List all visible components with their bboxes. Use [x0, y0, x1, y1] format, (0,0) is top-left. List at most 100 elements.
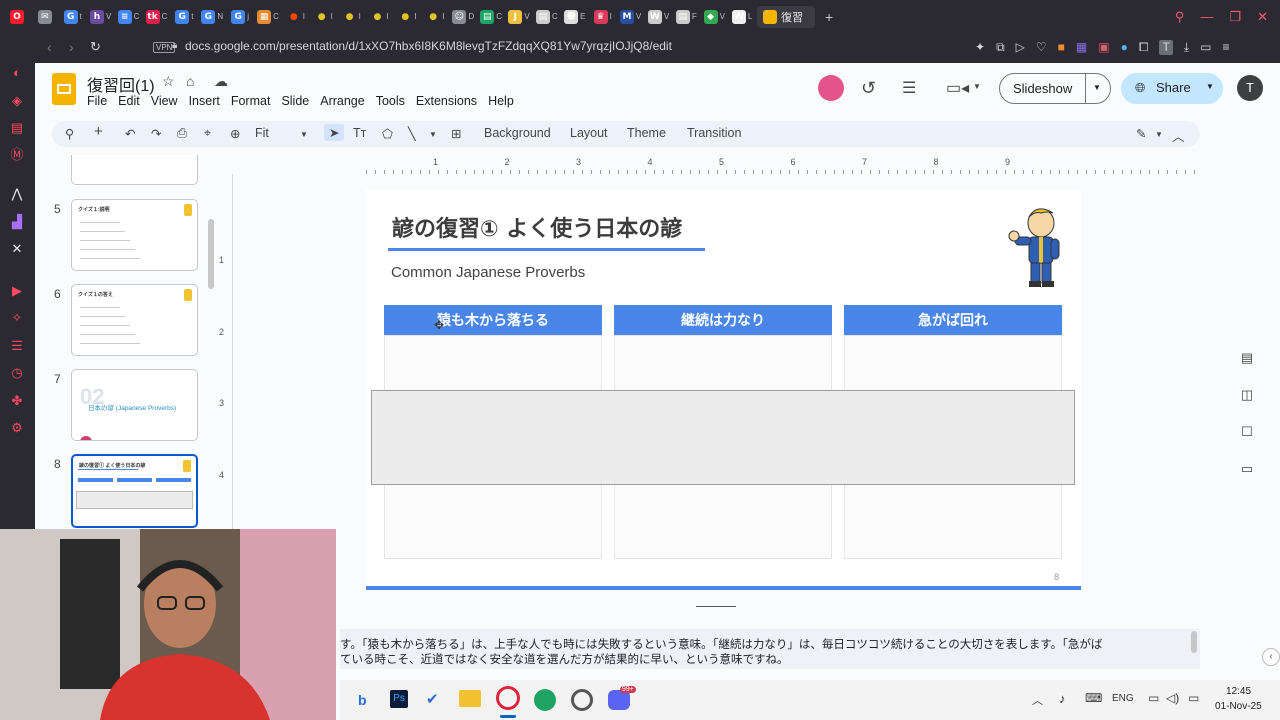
microphone-icon[interactable]: ♪ — [1059, 691, 1066, 706]
print-icon[interactable]: ⎙ — [177, 126, 187, 141]
column-header-3[interactable]: 急がば回れ — [844, 305, 1062, 335]
line-icon[interactable]: ╲ — [408, 126, 416, 141]
url-text[interactable]: docs.google.com/presentation/d/1xXO7hbx6… — [185, 39, 672, 53]
line-dropdown-icon[interactable]: ▼ — [429, 130, 437, 139]
browser-tab[interactable]: ● I — [283, 6, 309, 28]
edge-icon[interactable] — [534, 689, 556, 711]
lock-icon[interactable]: 🔒︎ — [172, 40, 177, 51]
close-icon[interactable]: ✕ — [1257, 9, 1268, 25]
reload-icon[interactable]: ↻ — [90, 39, 101, 55]
browser-tab[interactable]: ● I — [394, 6, 420, 28]
browser-tab[interactable]: ♛ I — [590, 6, 616, 28]
heart-icon[interactable]: ♡ — [1036, 40, 1047, 55]
speaker-notes[interactable]: す。「猿も木から落ちる」は、上手な人でも時には失敗するという意味。「継続は力なり… — [340, 629, 1200, 669]
a-app-icon[interactable]: ⋀ — [9, 186, 25, 202]
puzzle-icon[interactable]: ⧠ — [1139, 40, 1149, 55]
meet-dropdown-icon[interactable]: ▼ — [973, 82, 981, 91]
share-dropdown-icon[interactable]: ▼ — [1206, 82, 1214, 91]
collaborator-avatar[interactable] — [818, 75, 844, 101]
menu-icon[interactable]: ≡ — [1222, 40, 1229, 55]
obs-icon[interactable] — [571, 689, 593, 711]
browser-tab[interactable]: GN — [199, 6, 225, 28]
column-header-2[interactable]: 継続は力なり — [614, 305, 832, 335]
player-icon[interactable]: ▶ — [9, 283, 25, 299]
redo-icon[interactable]: ↷ — [151, 126, 161, 141]
account-avatar[interactable]: T — [1237, 75, 1263, 101]
download-icon[interactable]: ⤓ — [1184, 40, 1189, 55]
menu-arrange[interactable]: Arrange — [320, 94, 364, 108]
extension-badge-icon[interactable]: ▣ — [1098, 40, 1109, 55]
search-menus-icon[interactable]: ⚲ — [65, 126, 74, 141]
battery-icon[interactable]: ▭ — [1200, 40, 1211, 55]
keep-icon[interactable]: ▤ — [1239, 350, 1255, 366]
zoom-select[interactable]: Fit — [255, 126, 269, 140]
browser-tab[interactable]: ◆ V — [701, 6, 727, 28]
menu-help[interactable]: Help — [488, 94, 514, 108]
drive-folder-icon[interactable]: ▭ — [1239, 461, 1255, 477]
bing-icon[interactable]: b — [358, 692, 367, 708]
textbox-icon[interactable]: Tт — [353, 126, 366, 140]
browser-tab[interactable]: hV — [88, 6, 114, 28]
twitch-icon[interactable]: ▟ — [9, 214, 25, 230]
thumbnail-4-partial[interactable] — [71, 155, 198, 185]
browser-tab[interactable]: Gt — [171, 6, 197, 28]
menu-extensions[interactable]: Extensions — [416, 94, 477, 108]
slide-thumbnail[interactable]: 02 日本の諺 (Japanese Proverbs) — [71, 369, 198, 441]
forward-icon[interactable]: › — [69, 39, 74, 55]
menu-tools[interactable]: Tools — [376, 94, 405, 108]
comment-add-icon[interactable]: ⊞ — [451, 126, 461, 141]
browser-tab[interactable]: O — [4, 6, 30, 28]
menu-slide[interactable]: Slide — [281, 94, 309, 108]
browser-tab[interactable]: ✉ — [32, 6, 58, 28]
search-tabs-icon[interactable]: ⚲ — [1175, 9, 1185, 25]
browser-tab[interactable]: ▤ C — [478, 6, 504, 28]
browser-tab[interactable]: Gj — [227, 6, 253, 28]
browser-tab[interactable]: ☺ D — [450, 6, 476, 28]
slide-title[interactable]: 諺の復習① よく使う日本の諺 — [392, 211, 682, 243]
browser-tab[interactable]: ● I — [339, 6, 365, 28]
move-icon[interactable]: ⌂ — [186, 73, 194, 89]
contacts-icon[interactable]: ☐ — [1239, 424, 1255, 440]
tray-chevron-icon[interactable]: ︿ — [1032, 692, 1043, 708]
pen-dropdown-icon[interactable]: ▼ — [1155, 130, 1163, 139]
volume-icon[interactable]: ◁) — [1166, 691, 1179, 705]
menu-insert[interactable]: Insert — [189, 94, 220, 108]
browser-tab[interactable]: ≡ C — [116, 6, 142, 28]
pinboard-icon[interactable]: ✧ — [9, 310, 25, 326]
zoom-icon[interactable]: ⊕ — [230, 126, 240, 141]
minimize-icon[interactable]: — — [1200, 9, 1213, 25]
paint-format-icon[interactable]: ⌖ — [204, 126, 211, 141]
notes-resize-handle[interactable] — [696, 606, 736, 607]
new-slide-icon[interactable]: + — [94, 123, 103, 140]
stack-icon[interactable]: ▤ — [9, 120, 25, 136]
select-cursor-icon[interactable]: ➤ — [324, 124, 345, 141]
tabs-icon[interactable]: ☰ — [9, 338, 25, 354]
browser-tab[interactable]: ▤ C — [534, 6, 560, 28]
browser-tab[interactable]: WV — [645, 6, 671, 28]
mascot-image[interactable] — [1007, 203, 1067, 289]
new-tab-icon[interactable]: + — [825, 9, 833, 25]
crypto-icon[interactable]: ◈ — [9, 93, 25, 109]
version-history-icon[interactable]: ↺ — [861, 78, 876, 99]
m-app-icon[interactable]: Ⓜ — [9, 147, 25, 163]
browser-tab[interactable]: ▤ F — [673, 6, 699, 28]
screenshot-icon[interactable]: ⧉ — [996, 40, 1005, 55]
shape-icon[interactable]: ⬠ — [382, 126, 393, 141]
document-title[interactable]: 復習回(1) — [87, 72, 155, 96]
extension-grid-icon[interactable]: ▦ — [1076, 40, 1087, 55]
extension-orange-icon[interactable]: ■ — [1058, 40, 1065, 55]
star-icon[interactable]: ☆ — [162, 73, 175, 90]
cloud-status-icon[interactable]: ☁ — [214, 73, 228, 90]
back-icon[interactable]: ‹ — [47, 39, 52, 55]
pin-icon[interactable]: ✦ — [975, 40, 985, 55]
maximize-icon[interactable]: ❐ — [1229, 9, 1241, 25]
slideshow-button[interactable]: Slideshow — [1013, 81, 1072, 96]
menu-edit[interactable]: Edit — [118, 94, 140, 108]
slideshow-dropdown-icon[interactable]: ▼ — [1093, 83, 1101, 92]
settings-icon[interactable]: ⚙ — [9, 420, 25, 436]
clock-time[interactable]: 12:45 — [1226, 686, 1251, 697]
todo-icon[interactable]: ✔ — [426, 690, 439, 708]
pen-mode-icon[interactable]: ✎ — [1136, 126, 1146, 141]
background-button[interactable]: Background — [484, 126, 551, 140]
browser-tab[interactable]: WL — [729, 6, 755, 28]
